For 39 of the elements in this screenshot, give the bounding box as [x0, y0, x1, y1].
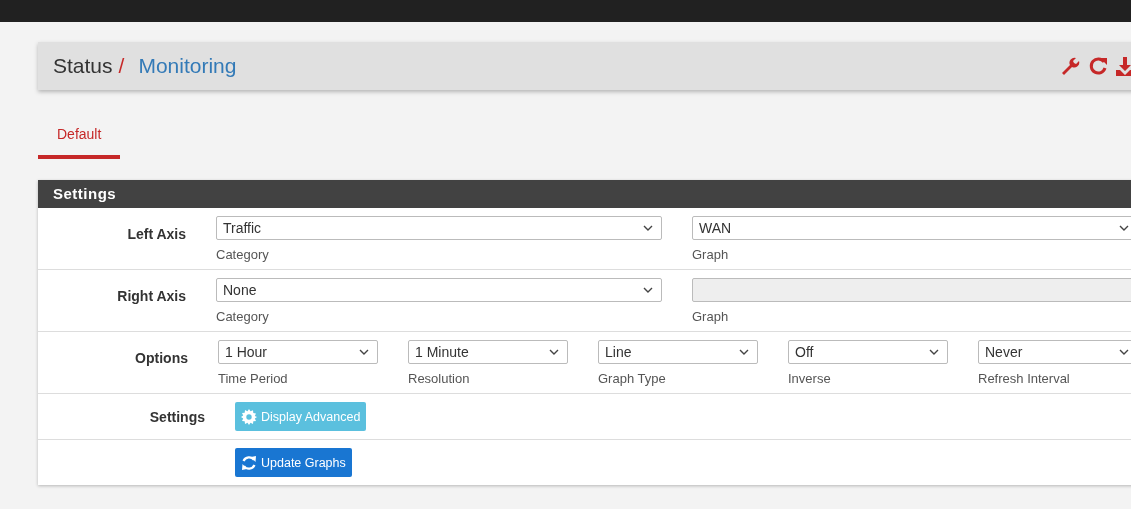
refresh-icon[interactable]	[1088, 56, 1108, 76]
chevron-icon	[1119, 225, 1129, 231]
select-field[interactable]: Line	[598, 340, 758, 364]
refresh-icon	[241, 454, 257, 471]
field-caption: Refresh Interval	[978, 371, 1071, 386]
gear-icon	[241, 408, 257, 425]
chevron-icon	[549, 349, 559, 355]
chevron-icon	[1119, 349, 1129, 355]
field-caption: Category	[216, 247, 270, 262]
breadcrumb-separator: /	[118, 54, 125, 78]
select-field[interactable]: WAN	[692, 216, 1131, 240]
field-caption: Graph Type	[598, 371, 667, 386]
chevron-icon	[359, 349, 369, 355]
row-label: Right Axis	[117, 288, 186, 304]
select-field[interactable]: 1 Minute	[408, 340, 568, 364]
field-caption: Graph	[692, 309, 730, 324]
field-caption: Inverse	[788, 371, 832, 386]
field-caption: Category	[216, 309, 270, 324]
select-field[interactable]: None	[216, 278, 662, 302]
chevron-icon	[643, 225, 653, 231]
field-caption: Time Period	[218, 371, 289, 386]
chevron-icon	[739, 349, 749, 355]
row-label: Options	[135, 350, 188, 366]
select-field[interactable]: 1 Hour	[218, 340, 378, 364]
action-button[interactable]: Update Graphs	[235, 448, 352, 477]
select-field[interactable]: Never	[978, 340, 1131, 364]
panel-title: Settings	[38, 180, 1131, 208]
chevron-icon	[929, 349, 939, 355]
chevron-icon	[643, 287, 653, 293]
field-caption: Graph	[692, 247, 730, 262]
row-label: Left Axis	[127, 226, 186, 242]
tab[interactable]: Default	[38, 110, 121, 159]
row-label: Settings	[149, 408, 205, 425]
breadcrumb-section: Status	[53, 54, 113, 78]
wrench-icon[interactable]	[1060, 56, 1080, 76]
select-field[interactable]: Off	[788, 340, 948, 364]
select-field[interactable]: Traffic	[216, 216, 662, 240]
download-icon[interactable]	[1116, 56, 1131, 76]
field-caption: Resolution	[408, 371, 471, 386]
